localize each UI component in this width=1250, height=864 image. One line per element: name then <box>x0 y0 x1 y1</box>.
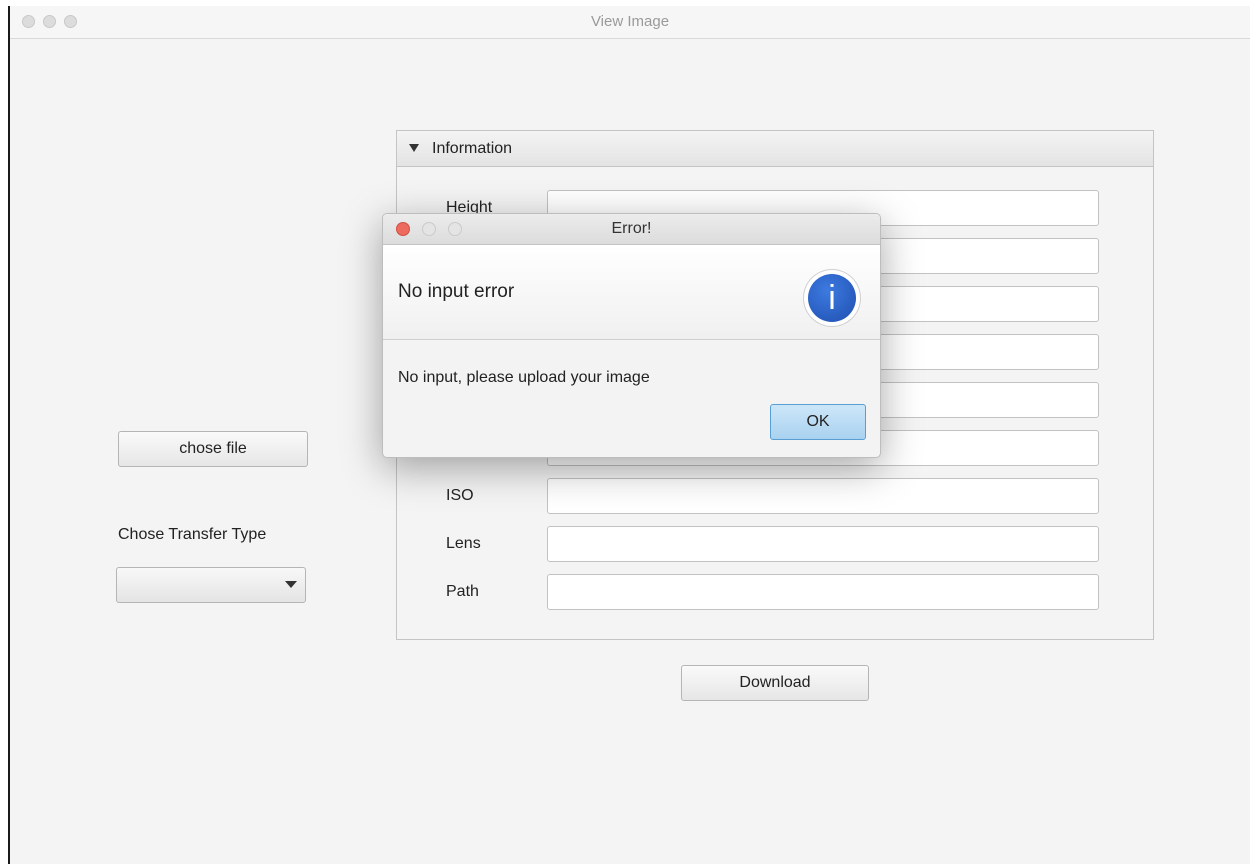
window-titlebar: View Image <box>10 6 1250 39</box>
field-label: Path <box>446 583 479 600</box>
information-panel-title: Information <box>432 140 513 157</box>
dialog-header-text: No input error <box>398 281 515 302</box>
field-label: Lens <box>446 535 481 552</box>
iso-input[interactable] <box>547 478 1099 514</box>
triangle-down-icon <box>409 144 419 152</box>
dialog-header: No input error i <box>383 245 880 340</box>
dialog-content: No input, please upload your image <box>398 369 650 386</box>
chevron-down-icon <box>285 581 297 588</box>
error-dialog: Error! No input error i No input, please… <box>382 213 881 458</box>
path-input[interactable] <box>547 574 1099 610</box>
chose-file-button[interactable]: chose file <box>118 431 308 467</box>
window-title: View Image <box>590 13 670 30</box>
dialog-title: Error! <box>611 220 652 237</box>
field-label: ISO <box>446 487 474 504</box>
ok-button[interactable]: OK <box>770 404 866 440</box>
info-icon: i <box>804 270 860 326</box>
download-button[interactable]: Download <box>681 665 869 701</box>
lens-input[interactable] <box>547 526 1099 562</box>
information-panel-header[interactable]: Information <box>397 131 1153 167</box>
transfer-type-label: Chose Transfer Type <box>118 526 267 543</box>
dialog-titlebar: Error! <box>383 214 880 245</box>
transfer-type-select[interactable] <box>116 567 306 603</box>
